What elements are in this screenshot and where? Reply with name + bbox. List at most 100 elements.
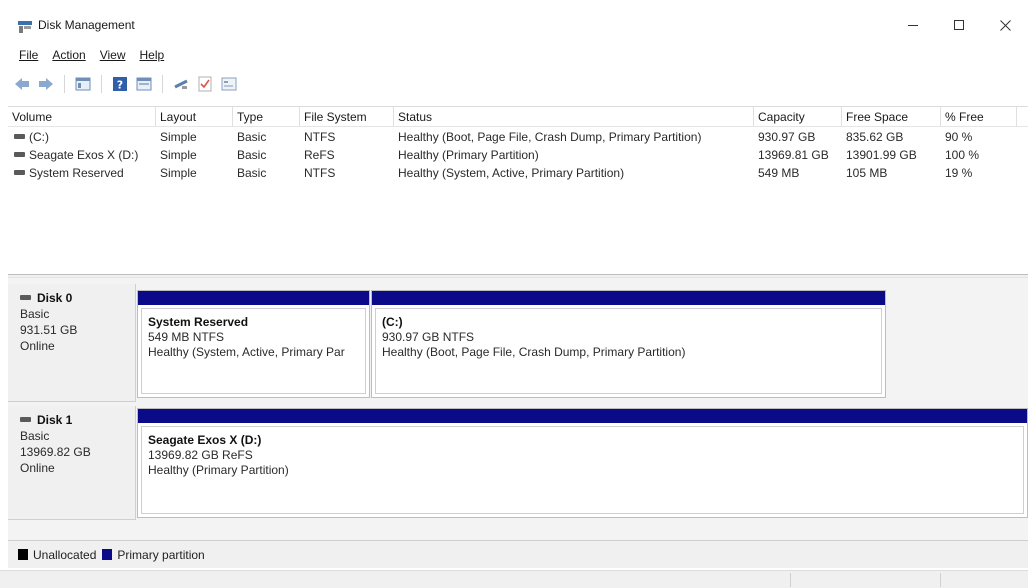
disk-state: Online	[20, 339, 55, 353]
status-bar-divider	[790, 573, 791, 587]
checklist-button[interactable]	[195, 74, 215, 94]
column-header-status[interactable]: Status	[394, 107, 754, 127]
show-hide-console-tree-icon	[75, 77, 91, 91]
partition-system-reserved[interactable]: System Reserved 549 MB NTFS Healthy (Sys…	[137, 290, 370, 398]
toolbar-separator	[64, 75, 65, 93]
cell-type: Basic	[237, 130, 267, 144]
partition-bar	[372, 291, 885, 305]
disk-management-icon	[18, 21, 32, 33]
cell-file-system: NTFS	[304, 130, 336, 144]
disk-icon	[20, 294, 31, 300]
cell-layout: Simple	[160, 148, 197, 162]
close-icon	[999, 19, 1011, 31]
cell-free-space: 13901.99 GB	[846, 148, 917, 162]
menu-file[interactable]: File	[12, 46, 45, 66]
cell-capacity: 13969.81 GB	[758, 148, 829, 162]
partition-d[interactable]: Seagate Exos X (D:) 13969.82 GB ReFS Hea…	[137, 408, 1028, 518]
column-header-capacity[interactable]: Capacity	[754, 107, 842, 127]
cell-volume: (C:)	[8, 128, 156, 146]
connect-icon	[174, 79, 188, 89]
cell-status: Healthy (Boot, Page File, Crash Dump, Pr…	[398, 130, 702, 144]
volume-icon	[14, 152, 25, 158]
menu-help[interactable]: Help	[133, 46, 172, 66]
forward-button[interactable]	[36, 74, 56, 94]
partition-c[interactable]: (C:) 930.97 GB NTFS Healthy (Boot, Page …	[371, 290, 886, 398]
cell-percent-free: 90 %	[945, 130, 973, 144]
maximize-icon	[954, 20, 964, 30]
legend-item-unallocated: Unallocated	[18, 548, 96, 562]
partition-status: Healthy (System, Active, Primary Par	[148, 345, 345, 359]
menu-action[interactable]: Action	[45, 46, 92, 66]
cell-file-system: ReFS	[304, 148, 335, 162]
legend: Unallocated Primary partition	[8, 540, 1028, 568]
help-icon: ?	[113, 77, 127, 92]
checklist-icon	[198, 76, 212, 92]
partition-size: 13969.82 GB ReFS	[148, 448, 253, 462]
partition-name: (C:)	[382, 315, 403, 329]
cell-volume: System Reserved	[8, 164, 156, 182]
cell-status: Healthy (System, Active, Primary Partiti…	[398, 166, 625, 180]
menu-view[interactable]: View	[93, 46, 133, 66]
toolbar-separator	[162, 75, 163, 93]
back-button[interactable]	[12, 74, 32, 94]
column-header-layout[interactable]: Layout	[156, 107, 233, 127]
cell-type: Basic	[237, 166, 267, 180]
volume-icon	[14, 134, 25, 140]
view-icon	[221, 77, 237, 91]
help-button[interactable]: ?	[110, 74, 130, 94]
partition-details: System Reserved 549 MB NTFS Healthy (Sys…	[141, 308, 366, 394]
close-button[interactable]	[982, 10, 1028, 40]
column-header-type[interactable]: Type	[233, 107, 300, 127]
toolbar-separator	[101, 75, 102, 93]
forward-arrow-icon	[39, 78, 53, 90]
cell-free-space: 105 MB	[846, 166, 888, 180]
cell-volume: Seagate Exos X (D:)	[8, 146, 156, 164]
volume-icon	[14, 170, 25, 176]
partition-details: (C:) 930.97 GB NTFS Healthy (Boot, Page …	[375, 308, 882, 394]
cell-file-system: NTFS	[304, 166, 336, 180]
column-header-file-system[interactable]: File System	[300, 107, 394, 127]
partition-bar	[138, 409, 1027, 423]
status-bar-divider	[940, 573, 941, 587]
console-tree-button[interactable]	[73, 74, 93, 94]
legend-label: Unallocated	[33, 547, 97, 562]
column-header-free-space[interactable]: Free Space	[842, 107, 941, 127]
cell-capacity: 549 MB	[758, 166, 800, 180]
disk-icon	[20, 416, 31, 422]
view-button[interactable]	[219, 74, 239, 94]
disk-1-label[interactable]: Disk 1 Basic 13969.82 GB Online	[8, 406, 136, 520]
cell-percent-free: 100 %	[945, 148, 980, 162]
cell-percent-free: 19 %	[945, 166, 973, 180]
maximize-button[interactable]	[936, 10, 982, 40]
list-rows: (C:) Simple Basic NTFS Healthy (Boot, Pa…	[8, 128, 1028, 182]
table-row[interactable]: System Reserved Simple Basic NTFS Health…	[8, 164, 1028, 182]
toolbar: ?	[0, 70, 1028, 98]
menu-bar: File Action View Help	[0, 46, 171, 66]
table-row[interactable]: (C:) Simple Basic NTFS Healthy (Boot, Pa…	[8, 128, 1028, 146]
partition-status: Healthy (Boot, Page File, Crash Dump, Pr…	[382, 345, 686, 359]
primary-partition-swatch	[102, 549, 113, 560]
partition-bar	[138, 291, 369, 305]
minimize-icon	[908, 24, 918, 26]
unallocated-swatch	[18, 549, 28, 560]
disk-state: Online	[20, 461, 55, 475]
cell-layout: Simple	[160, 166, 197, 180]
cell-free-space: 835.62 GB	[846, 130, 904, 144]
table-row[interactable]: Seagate Exos X (D:) Simple Basic ReFS He…	[8, 146, 1028, 164]
properties-button[interactable]	[134, 74, 154, 94]
volume-list: Volume Layout Type File System Status Ca…	[8, 106, 1028, 274]
partition-name: System Reserved	[148, 315, 249, 329]
column-header-volume[interactable]: Volume	[8, 107, 156, 127]
properties-icon	[136, 77, 152, 91]
disk-name: Disk 1	[20, 412, 135, 428]
column-header-percent-free[interactable]: % Free	[941, 107, 1017, 127]
partition-size: 930.97 GB NTFS	[382, 330, 475, 344]
cell-type: Basic	[237, 148, 267, 162]
back-arrow-icon	[15, 78, 29, 90]
minimize-button[interactable]	[890, 10, 936, 40]
cell-layout: Simple	[160, 130, 197, 144]
connect-button[interactable]	[171, 74, 191, 94]
disk-type: Basic	[20, 307, 50, 321]
disk-0-label[interactable]: Disk 0 Basic 931.51 GB Online	[8, 284, 136, 402]
svg-text:?: ?	[117, 79, 123, 92]
